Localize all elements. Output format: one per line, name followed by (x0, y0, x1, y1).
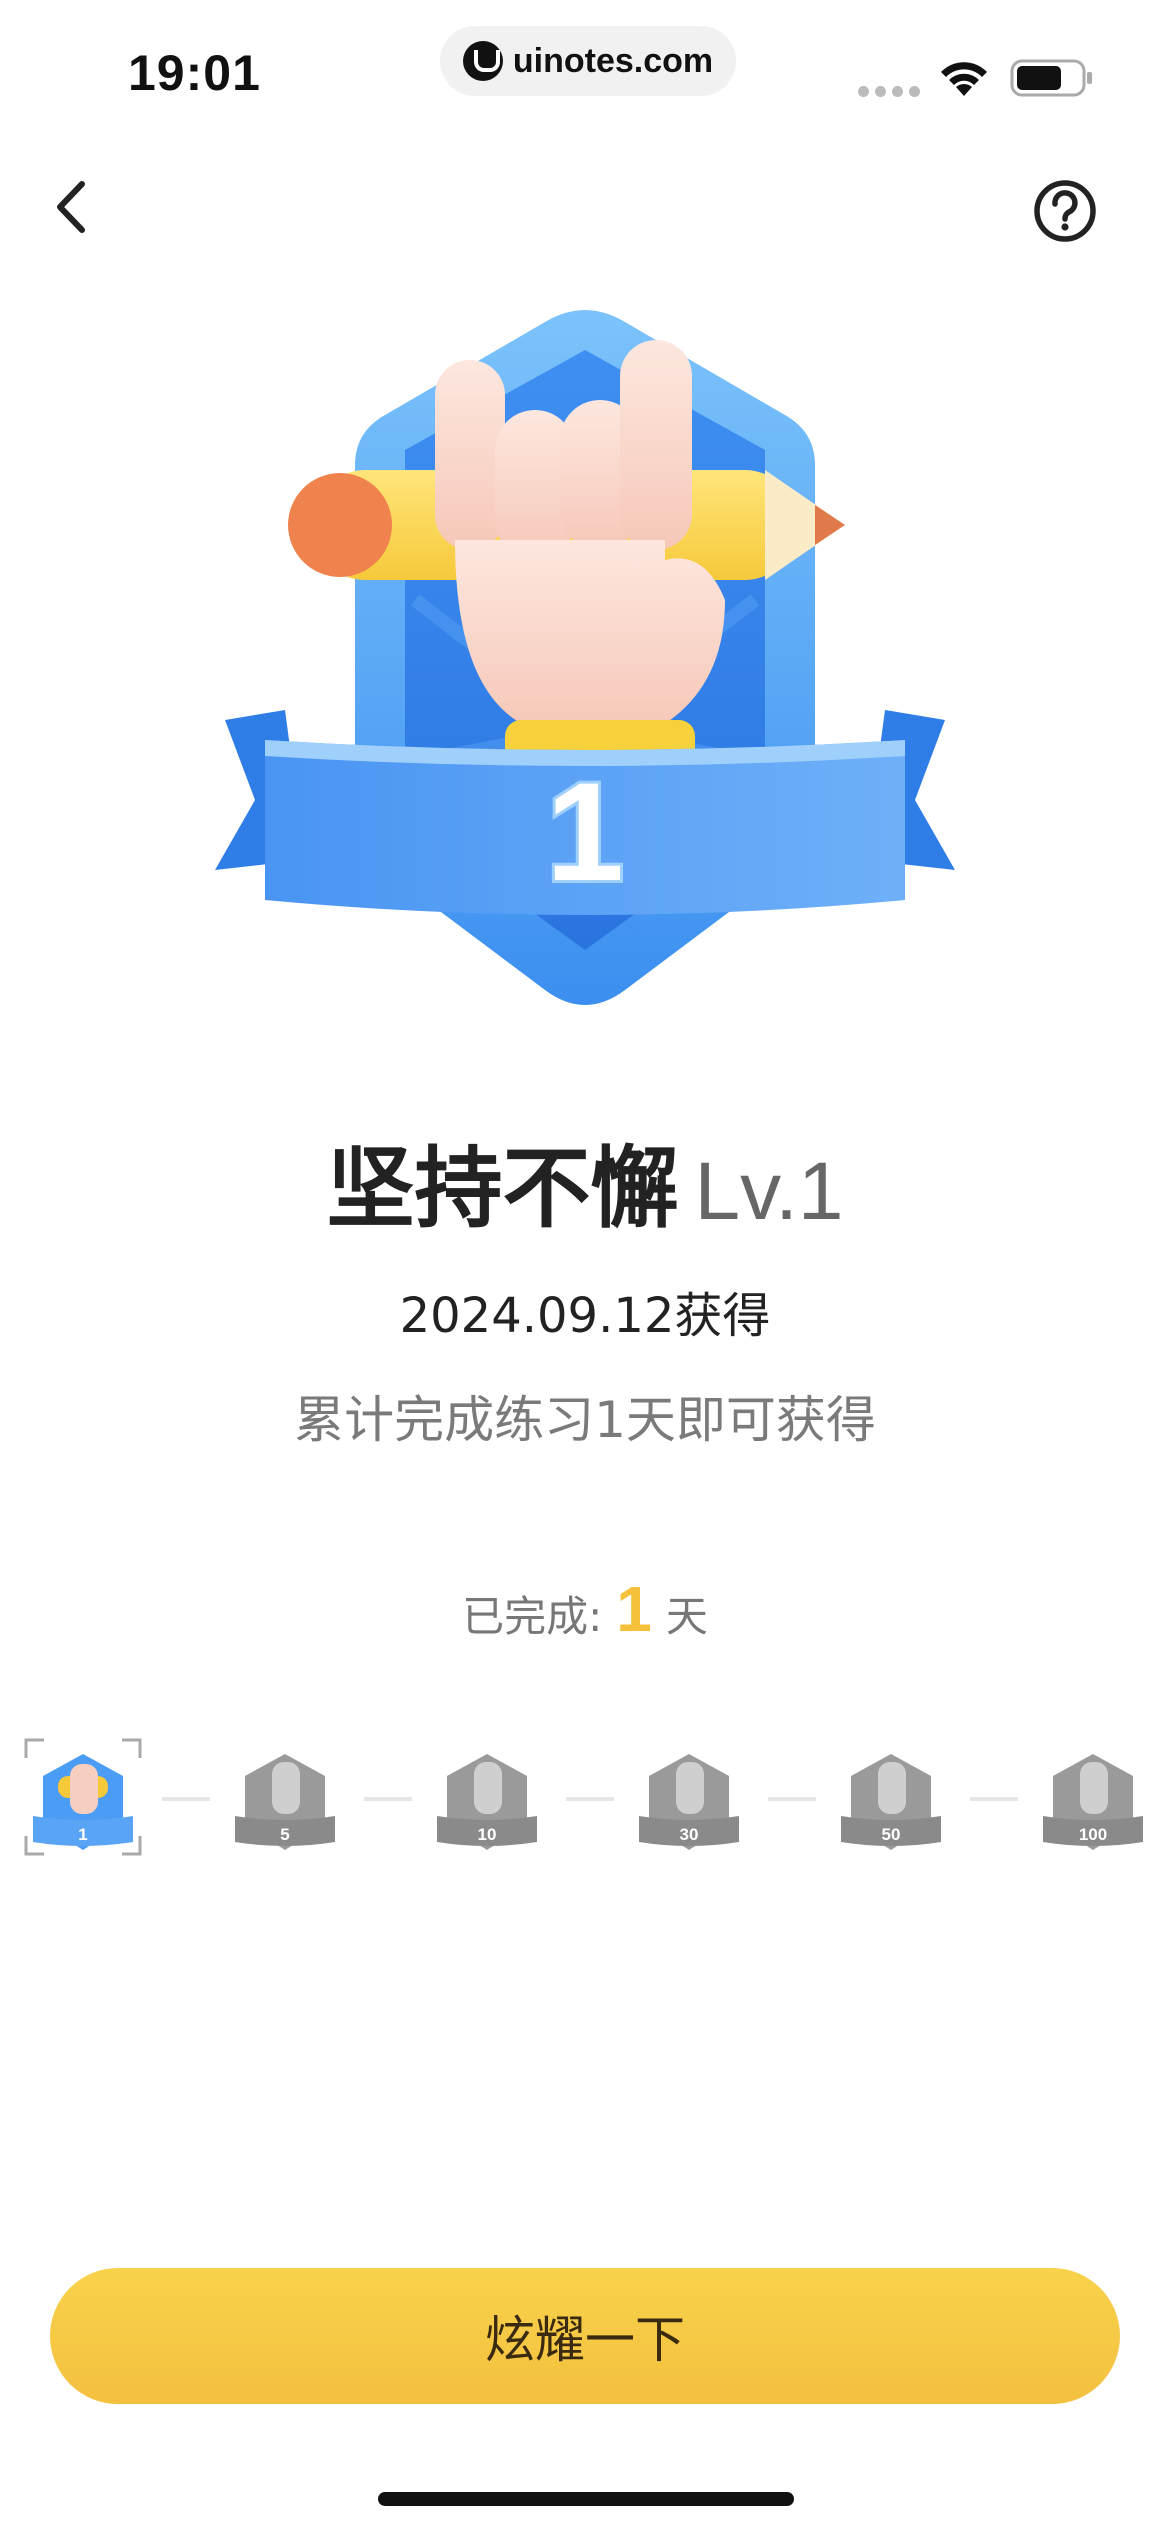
level-badge-10-label: 10 (478, 1825, 497, 1844)
level-badge-30[interactable]: 30 (634, 1746, 744, 1856)
share-button[interactable]: 炫耀一下 (50, 2268, 1120, 2404)
help-button[interactable] (1032, 178, 1098, 244)
home-indicator (378, 2492, 794, 2506)
cellular-signal-icon (858, 86, 920, 97)
level-badge-30-label: 30 (680, 1825, 699, 1844)
status-bar: 19:01 uinotes.com (0, 0, 1170, 140)
back-button[interactable] (44, 172, 100, 242)
level-badge-5[interactable]: 5 (230, 1746, 340, 1856)
level-badge-100[interactable]: 100 (1038, 1746, 1148, 1856)
site-logo-icon (462, 41, 503, 81)
level-badge-10[interactable]: 10 (432, 1746, 542, 1856)
url-text: uinotes.com (512, 41, 714, 80)
level-badge-50[interactable]: 50 (836, 1746, 946, 1856)
badge-name: 坚持不懈 (326, 1137, 679, 1240)
earned-date: 2024.09.12获得 (399, 1288, 771, 1344)
progress-summary: 已完成: 1 天 (0, 1572, 1170, 1646)
progress-unit: 天 (665, 1592, 708, 1641)
badge-hero-image: 1 (215, 310, 955, 1005)
level-badge-50-label: 50 (882, 1825, 901, 1844)
badge-title-row: 坚持不懈 Lv.1 (0, 1118, 1170, 1245)
wifi-icon (941, 62, 987, 96)
progress-count: 1 (616, 1573, 652, 1645)
battery-icon (1010, 59, 1092, 97)
progress-label: 已完成: (462, 1592, 603, 1641)
url-pill[interactable]: uinotes.com (440, 26, 736, 96)
badge-requirement: 累计完成练习1天即可获得 (294, 1391, 876, 1449)
badge-level-label: Lv.1 (694, 1146, 844, 1237)
level-badge-100-label: 100 (1079, 1825, 1107, 1844)
level-badge-5-label: 5 (280, 1825, 289, 1844)
status-time: 19:01 (128, 45, 261, 101)
level-badge-1-label: 1 (78, 1825, 87, 1844)
badge-level-number: 1 (546, 753, 624, 910)
level-badge-1[interactable]: 1 (28, 1746, 138, 1856)
level-strip: 1 5 10 30 50 100 (0, 1736, 1170, 1876)
